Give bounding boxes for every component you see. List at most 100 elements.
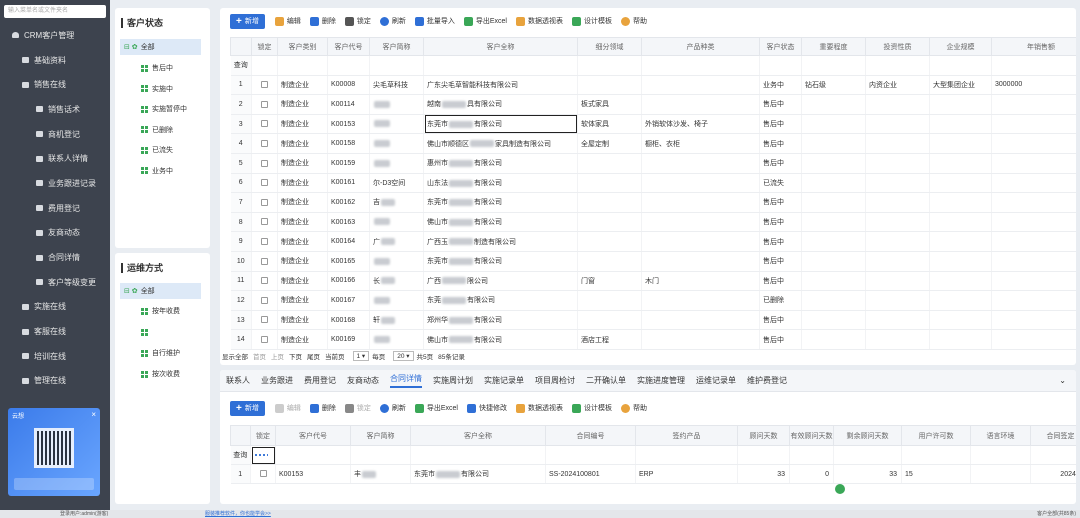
cell-status[interactable]: 业务中 (759, 75, 802, 96)
cell-invest[interactable] (865, 153, 930, 174)
help-button[interactable]: 帮助 (620, 16, 647, 26)
sidebar-item[interactable]: 客户等级变更 (0, 270, 110, 295)
row-checkbox[interactable] (259, 470, 267, 478)
cell-cat[interactable]: 制造企业 (277, 133, 328, 154)
cell-sales[interactable] (991, 251, 1076, 272)
cell-scale[interactable] (929, 94, 992, 115)
lock-cell[interactable] (251, 290, 278, 311)
row-checkbox[interactable] (261, 198, 268, 206)
show-all-link[interactable]: 显示全部 (222, 351, 248, 361)
cell-status[interactable]: 售后中 (759, 271, 802, 292)
cell-status[interactable]: 售后中 (759, 94, 802, 115)
prev-page-button[interactable]: 上页 (271, 351, 284, 361)
cell-field[interactable] (577, 192, 642, 213)
cell-sales[interactable] (991, 329, 1076, 350)
cell-scale[interactable] (929, 329, 992, 350)
cell-short[interactable]: 长 (369, 271, 424, 292)
cell-full[interactable]: 广东尖毛草智能科技有限公司 (423, 75, 578, 96)
cell-field[interactable]: 板式家具 (577, 94, 642, 115)
cell-product[interactable] (641, 231, 760, 252)
sidebar-item[interactable]: 业务跟进记录 (0, 171, 110, 196)
lock-cell[interactable] (250, 464, 276, 484)
query-cell[interactable] (991, 55, 1076, 76)
cell-field[interactable] (577, 212, 642, 233)
tree-item[interactable]: 按次收费 (141, 367, 180, 381)
query-cell[interactable] (789, 445, 834, 465)
column-header[interactable]: 合同编号 (545, 425, 636, 446)
table-row[interactable]: 4 制造企业 K00158 佛山市顺德区 家具制造有限公司 全屋定制 橱柜、衣柜 售后中 (230, 133, 1076, 154)
column-header[interactable]: 客户代号 (327, 37, 370, 56)
design-template-button[interactable]: 设计模板 (571, 16, 612, 26)
cell-scale[interactable] (929, 192, 992, 213)
cell-product[interactable] (641, 192, 760, 213)
cell-full[interactable]: 广西玉 制造有限公司 (423, 231, 578, 252)
detail-edit-button[interactable]: 编辑 (274, 403, 301, 413)
sidebar-item[interactable]: 商机登记 (0, 122, 110, 147)
cell-importance[interactable]: 钻石级 (801, 75, 866, 96)
detail-new-button[interactable]: + 新增 (230, 400, 265, 416)
column-header[interactable]: 锁定 (250, 425, 276, 446)
cell-code[interactable]: K00163 (327, 212, 370, 233)
cell-short[interactable] (369, 94, 424, 115)
first-page-button[interactable]: 首页 (253, 351, 266, 361)
cell-code[interactable]: K00161 (327, 173, 370, 194)
cell-product[interactable] (641, 251, 760, 272)
tree-item[interactable] (141, 325, 152, 339)
cell-cat[interactable]: 制造企业 (277, 271, 328, 292)
cell-sales[interactable] (991, 212, 1076, 233)
cell-sales[interactable] (991, 94, 1076, 115)
cell-full[interactable]: 东莞 有限公司 (423, 290, 578, 311)
cell-importance[interactable] (801, 192, 866, 213)
cell-importance[interactable] (801, 271, 866, 292)
cell-invest[interactable] (865, 133, 930, 154)
cell-product[interactable] (641, 173, 760, 194)
cell-product[interactable] (641, 75, 760, 96)
column-header[interactable]: 重要程度 (801, 37, 866, 56)
cell-product[interactable] (641, 153, 760, 174)
detail-tab[interactable]: 友商动态 (347, 375, 379, 386)
cell-full[interactable]: 广西 限公司 (423, 271, 578, 292)
detail-tab[interactable]: 维护费登记 (747, 375, 787, 386)
batch-import-button[interactable]: 批量导入 (414, 16, 455, 26)
column-header[interactable]: 合同签定 (1030, 425, 1076, 446)
detail-quick-edit-button[interactable]: 快捷修改 (466, 403, 507, 413)
cell-scale[interactable]: 大型集团企业 (929, 75, 992, 96)
cell-code[interactable]: K00159 (327, 153, 370, 174)
column-header[interactable]: 客户简称 (369, 37, 424, 56)
cell-valid[interactable]: 0 (789, 464, 834, 484)
edit-button[interactable]: 编辑 (274, 16, 301, 26)
sidebar-item[interactable]: 友商动态 (0, 221, 110, 246)
query-cell[interactable] (970, 445, 1031, 465)
detail-tab[interactable]: 费用登记 (304, 375, 336, 386)
sidebar-item[interactable]: 费用登记 (0, 196, 110, 221)
cell-cat[interactable]: 制造企业 (277, 290, 328, 311)
cell-short[interactable]: 尖毛草科技 (369, 75, 424, 96)
column-header[interactable]: 产品种类 (641, 37, 760, 56)
cell-importance[interactable] (801, 94, 866, 115)
cell-cat[interactable]: 制造企业 (277, 329, 328, 350)
tree-item[interactable]: 实施中 (141, 82, 173, 96)
cell-status[interactable]: 售后中 (759, 133, 802, 154)
cell-cat[interactable]: 制造企业 (277, 173, 328, 194)
row-checkbox[interactable] (261, 100, 268, 108)
row-checkbox[interactable] (261, 257, 268, 265)
cell-code[interactable]: K00153 (327, 114, 370, 135)
cell-code[interactable]: K00008 (327, 75, 370, 96)
cell-product[interactable]: 橱柜、衣柜 (641, 133, 760, 154)
cell-full[interactable]: 东莞市 有限公司 (423, 251, 578, 272)
cell-field[interactable]: 软体家具 (577, 114, 642, 135)
lock-cell[interactable] (251, 271, 278, 292)
cell-status[interactable]: 售后中 (759, 231, 802, 252)
last-page-button[interactable]: 尾页 (307, 351, 320, 361)
close-icon[interactable]: × (91, 410, 96, 419)
cell-importance[interactable] (801, 310, 866, 331)
row-checkbox[interactable] (261, 81, 268, 89)
column-header[interactable]: 客户简称 (350, 425, 411, 446)
row-checkbox[interactable] (261, 140, 268, 147)
cell-importance[interactable] (801, 114, 866, 135)
pivot-table-button[interactable]: 数据透视表 (515, 16, 563, 26)
cell-cat[interactable]: 制造企业 (277, 75, 328, 96)
cell-cat[interactable]: 制造企业 (277, 212, 328, 233)
row-checkbox[interactable] (261, 277, 268, 285)
cell-field[interactable] (577, 173, 642, 194)
